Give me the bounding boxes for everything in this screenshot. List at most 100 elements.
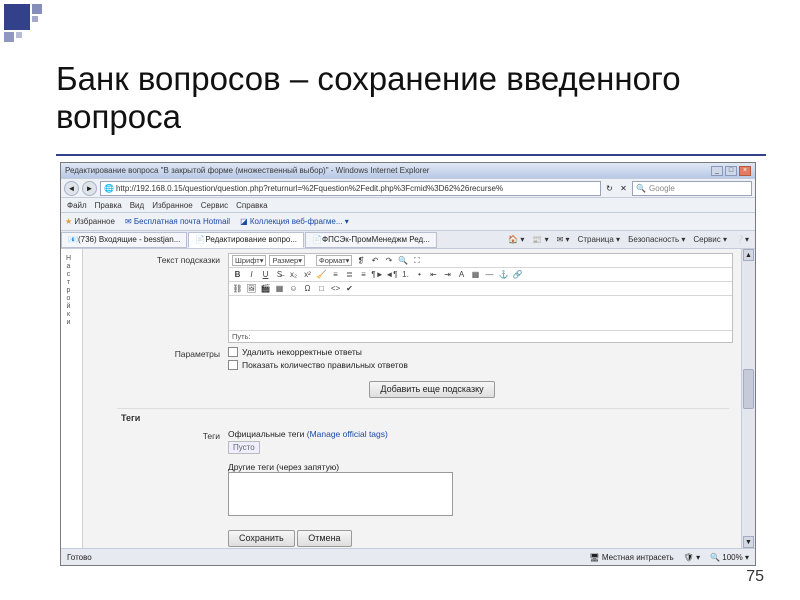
html-icon[interactable]: <> xyxy=(330,283,341,294)
align-left-icon[interactable]: ≡ xyxy=(330,269,341,280)
anchor-icon[interactable]: ⚓ xyxy=(498,269,509,280)
cancel-button[interactable]: Отмена xyxy=(297,530,351,547)
tags-section-header: Теги xyxy=(121,413,741,423)
align-right-icon[interactable]: ≡ xyxy=(358,269,369,280)
tab-course[interactable]: 📄 ФПСЭк-ПромМенеджм Ред... xyxy=(305,232,437,248)
zoom-level[interactable]: 🔍 100% ▾ xyxy=(710,553,749,562)
list-ol-icon[interactable]: 1. xyxy=(400,269,411,280)
rtl-icon[interactable]: ◄¶ xyxy=(386,269,397,280)
browser-window: Редактирование вопроса "В закрытой форме… xyxy=(60,162,756,566)
address-bar[interactable]: 🌐http://192.168.0.15/question/question.p… xyxy=(100,181,601,196)
maximize-button[interactable]: □ xyxy=(725,166,737,176)
tab-edit-question[interactable]: 📄 Редактирование вопро... xyxy=(188,232,304,248)
editor-textarea[interactable] xyxy=(229,296,732,330)
checkbox-show-count[interactable]: Показать количество правильных ответов xyxy=(228,360,733,370)
page-menu[interactable]: Страница ▾ xyxy=(578,235,621,244)
favorites-bar: ★ Избранное ✉ Бесплатная почта Hotmail ◪… xyxy=(61,213,755,231)
stop-button[interactable]: ✕ xyxy=(618,181,629,196)
home-icon[interactable]: 🏠 ▾ xyxy=(508,235,524,244)
protected-mode-icon[interactable]: 🛡 ▾ xyxy=(684,553,700,562)
search-box[interactable]: 🔍Google xyxy=(632,181,752,196)
forward-button[interactable]: ► xyxy=(82,181,97,196)
hint-text-label: Текст подсказки xyxy=(83,253,228,343)
size-select[interactable]: Размер ▾ xyxy=(269,255,305,266)
blocks-sidebar[interactable]: Настройки xyxy=(61,249,83,548)
redo-icon[interactable]: ↷ xyxy=(383,255,394,266)
close-button[interactable]: × xyxy=(739,166,751,176)
fullscreen-icon[interactable]: ⛶ xyxy=(411,255,422,266)
fav-link-webslices[interactable]: ◪ Коллекция веб-фрагме... ▾ xyxy=(240,217,349,226)
menu-help[interactable]: Справка xyxy=(236,201,267,210)
status-text: Готово xyxy=(67,553,92,562)
undo-icon[interactable]: ↶ xyxy=(369,255,380,266)
char-icon[interactable]: Ω xyxy=(302,283,313,294)
strike-icon[interactable]: S̶ xyxy=(274,269,285,280)
nav-toolbar: ◄ ► 🌐http://192.168.0.15/question/questi… xyxy=(61,178,755,198)
indent-icon[interactable]: ⇥ xyxy=(442,269,453,280)
image-icon[interactable]: 🖼 xyxy=(246,283,257,294)
slide-title: Банк вопросов – сохранение введенного во… xyxy=(56,60,760,136)
scroll-thumb[interactable] xyxy=(743,369,754,409)
tools-menu[interactable]: Сервис ▾ xyxy=(693,235,727,244)
manage-tags-link[interactable]: (Manage official tags) xyxy=(307,429,388,439)
bgcolor-icon[interactable]: ▦ xyxy=(470,269,481,280)
window-titlebar[interactable]: Редактирование вопроса "В закрытой форме… xyxy=(61,163,755,178)
minimize-button[interactable]: _ xyxy=(711,166,723,176)
bold-icon[interactable]: B xyxy=(232,269,243,280)
menu-favorites[interactable]: Избранное xyxy=(152,201,193,210)
underline-icon[interactable]: U xyxy=(260,269,271,280)
help-icon[interactable]: ❔▾ xyxy=(735,235,749,244)
official-tags-label: Официальные теги xyxy=(228,429,304,439)
vertical-scrollbar[interactable]: ▲ ▼ xyxy=(741,249,755,548)
font-select[interactable]: Шрифт ▾ xyxy=(232,255,266,266)
unlink-icon[interactable]: ⛓ xyxy=(232,283,243,294)
media-icon[interactable]: 🎬 xyxy=(260,283,271,294)
format-select[interactable]: Формат ▾ xyxy=(316,255,352,266)
sup-icon[interactable]: x² xyxy=(302,269,313,280)
sub-icon[interactable]: x₂ xyxy=(288,269,299,280)
editor-path: Путь: xyxy=(229,330,732,342)
smiley-icon[interactable]: ☺ xyxy=(288,283,299,294)
menu-file[interactable]: Файл xyxy=(67,201,87,210)
safety-menu[interactable]: Безопасность ▾ xyxy=(628,235,685,244)
link-icon[interactable]: 🔗 xyxy=(512,269,523,280)
color-icon[interactable]: A xyxy=(456,269,467,280)
nbsp-icon[interactable]: □ xyxy=(316,283,327,294)
status-bar: Готово 🖥 Местная интрасеть 🛡 ▾ 🔍 100% ▾ xyxy=(61,548,755,565)
clean-icon[interactable]: 🧹 xyxy=(316,269,327,280)
add-hint-button[interactable]: Добавить еще подсказку xyxy=(369,381,494,398)
menu-view[interactable]: Вид xyxy=(130,201,144,210)
spell-icon[interactable]: ✔ xyxy=(344,283,355,294)
tab-inbox[interactable]: 📧 (736) Входящие - besstjan... xyxy=(61,232,187,248)
fav-link-hotmail[interactable]: ✉ Бесплатная почта Hotmail xyxy=(125,217,230,226)
hr-icon[interactable]: — xyxy=(484,269,495,280)
other-tags-textarea[interactable] xyxy=(228,472,453,516)
scroll-down-icon[interactable]: ▼ xyxy=(743,536,754,548)
list-ul-icon[interactable]: • xyxy=(414,269,425,280)
feed-icon[interactable]: 📰 ▾ xyxy=(532,235,548,244)
checkbox-delete-incorrect[interactable]: Удалить некорректные ответы xyxy=(228,347,733,357)
menu-bar: Файл Правка Вид Избранное Сервис Справка xyxy=(61,198,755,213)
align-center-icon[interactable]: ≣ xyxy=(344,269,355,280)
other-tags-label: Другие теги (через запятую) xyxy=(228,462,733,472)
find-icon[interactable]: 🔍 xyxy=(397,255,408,266)
back-button[interactable]: ◄ xyxy=(64,181,79,196)
italic-icon[interactable]: I xyxy=(246,269,257,280)
save-button[interactable]: Сохранить xyxy=(228,530,295,547)
security-zone: 🖥 Местная интрасеть xyxy=(590,553,674,562)
search-placeholder: Google xyxy=(649,184,675,193)
menu-tools[interactable]: Сервис xyxy=(201,201,228,210)
table-icon[interactable]: ▦ xyxy=(274,283,285,294)
mail-icon[interactable]: ✉ ▾ xyxy=(557,235,570,244)
lang-icon[interactable]: ❡ xyxy=(355,255,366,266)
params-label: Параметры xyxy=(83,347,228,373)
rich-text-editor: Шрифт ▾ Размер ▾ Формат ▾ ❡ ↶ ↷ 🔍 ⛶ B xyxy=(228,253,733,343)
page-content: Настройки Текст подсказки Шрифт ▾ Размер… xyxy=(61,249,741,548)
outdent-icon[interactable]: ⇤ xyxy=(428,269,439,280)
scroll-up-icon[interactable]: ▲ xyxy=(743,249,754,261)
refresh-button[interactable]: ↻ xyxy=(604,181,615,196)
menu-edit[interactable]: Правка xyxy=(95,201,122,210)
favorites-label[interactable]: Избранное xyxy=(74,217,115,226)
ltr-icon[interactable]: ¶► xyxy=(372,269,383,280)
favorites-icon[interactable]: ★ xyxy=(65,217,72,226)
